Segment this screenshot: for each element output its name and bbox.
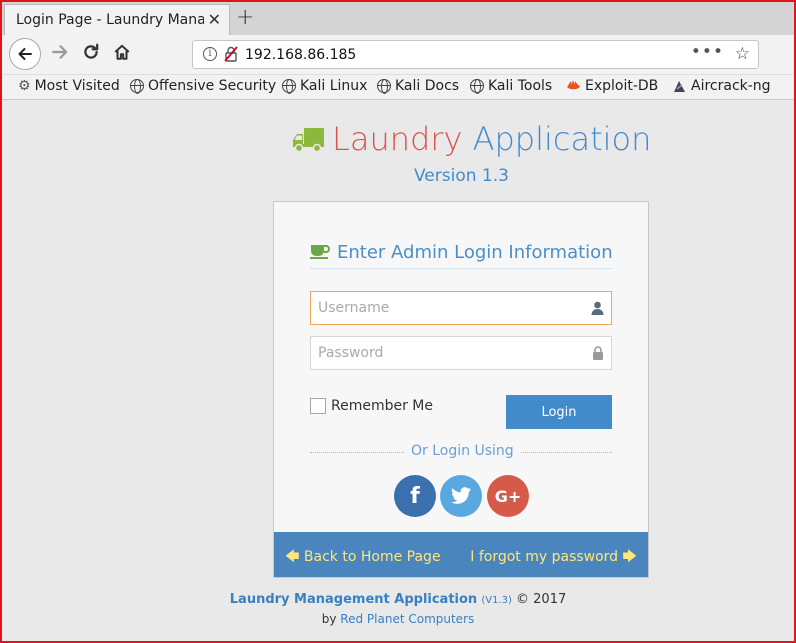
arrow-right-icon: 🡆 xyxy=(622,549,637,565)
globe-icon xyxy=(470,79,484,94)
footer-app-name[interactable]: Laundry Management Application xyxy=(230,592,477,607)
bookmark-star-icon[interactable]: ☆ xyxy=(735,44,750,64)
insecure-lock-icon xyxy=(224,46,238,62)
remember-me-label: Remember Me xyxy=(331,398,433,414)
url-text: 192.168.86.185 xyxy=(245,47,357,63)
footer-copyright: © 2017 xyxy=(516,592,567,607)
facebook-icon: f xyxy=(410,483,420,509)
bookmark-kali-docs[interactable]: Kali Docs xyxy=(377,78,459,94)
lock-icon xyxy=(593,346,603,360)
exploit-db-icon xyxy=(567,81,580,90)
footer-version: (V1.3) xyxy=(481,595,512,606)
login-card-footer: 🡄 Back to Home Page I forgot my password… xyxy=(274,532,648,577)
user-icon xyxy=(591,301,604,315)
page-content: Laundry Application Version 1.3 Enter Ad… xyxy=(2,101,794,641)
remember-me[interactable]: Remember Me xyxy=(310,398,433,414)
truck-icon xyxy=(293,128,324,153)
or-login-using: Or Login Using xyxy=(404,443,521,459)
bookmark-aircrack-ng[interactable]: Aircrack-ng xyxy=(672,78,771,94)
back-button[interactable] xyxy=(9,38,41,70)
twitter-login-button[interactable] xyxy=(440,475,482,517)
bookmark-most-visited[interactable]: ⚙ Most Visited xyxy=(18,78,120,94)
remember-me-checkbox[interactable] xyxy=(310,398,326,414)
globe-icon xyxy=(130,79,144,94)
app-title-application: Application xyxy=(472,120,652,158)
google-plus-login-button[interactable]: G+ xyxy=(487,475,529,517)
navigation-bar: i 192.168.86.185 ••• ☆ xyxy=(2,35,794,75)
footer-line-2: by Red Planet Computers xyxy=(2,612,794,626)
home-icon[interactable] xyxy=(113,43,131,61)
forward-arrow-icon[interactable] xyxy=(51,43,69,61)
globe-icon xyxy=(282,79,296,94)
info-icon[interactable]: i xyxy=(203,47,217,61)
bookmark-kali-linux[interactable]: Kali Linux xyxy=(282,78,367,94)
username-field xyxy=(310,291,612,325)
close-tab-icon[interactable]: ✕ xyxy=(208,10,221,29)
back-to-home-link[interactable]: 🡄 Back to Home Page xyxy=(285,546,441,570)
login-button[interactable]: Login xyxy=(506,395,612,429)
gear-icon: ⚙ xyxy=(18,78,31,94)
arrow-left-icon xyxy=(18,48,32,60)
page-actions-icon[interactable]: ••• xyxy=(691,42,724,62)
globe-icon xyxy=(377,79,391,94)
aircrack-icon xyxy=(674,80,685,92)
footer-by: by xyxy=(321,612,337,626)
footer-company-link[interactable]: Red Planet Computers xyxy=(340,612,474,626)
tab-strip: Login Page - Laundry Management ✕ + xyxy=(2,2,794,35)
tab-title: Login Page - Laundry Management xyxy=(16,12,204,28)
username-input[interactable] xyxy=(311,292,581,324)
google-plus-icon: G+ xyxy=(494,486,522,506)
tab-login-page[interactable]: Login Page - Laundry Management ✕ xyxy=(4,4,230,35)
password-input[interactable] xyxy=(311,337,581,369)
twitter-icon xyxy=(451,487,471,504)
login-card: Enter Admin Login Information Remember M… xyxy=(273,201,649,578)
coffee-cup-icon xyxy=(310,245,330,259)
reload-icon[interactable] xyxy=(82,43,100,61)
new-tab-icon[interactable]: + xyxy=(236,5,254,30)
facebook-login-button[interactable]: f xyxy=(394,475,436,517)
app-version: Version 1.3 xyxy=(414,166,509,186)
forgot-password-link[interactable]: I forgot my password 🡆 xyxy=(470,546,637,570)
login-card-title: Enter Admin Login Information xyxy=(337,242,613,263)
address-bar[interactable]: i 192.168.86.185 ••• ☆ xyxy=(192,40,759,69)
footer-line-1: Laundry Management Application (V1.3) © … xyxy=(2,592,794,607)
bookmark-offensive-security[interactable]: Offensive Security xyxy=(130,78,276,94)
bookmark-kali-tools[interactable]: Kali Tools xyxy=(470,78,552,94)
login-card-header: Enter Admin Login Information xyxy=(310,242,613,269)
arrow-left-icon: 🡄 xyxy=(285,549,300,565)
app-title-laundry: Laundry xyxy=(332,120,463,158)
app-title: Laundry Application xyxy=(332,120,651,158)
bookmarks-bar: ⚙ Most Visited Offensive Security Kali L… xyxy=(2,75,794,100)
bookmark-exploit-db[interactable]: Exploit-DB xyxy=(566,78,658,94)
password-field xyxy=(310,336,612,370)
